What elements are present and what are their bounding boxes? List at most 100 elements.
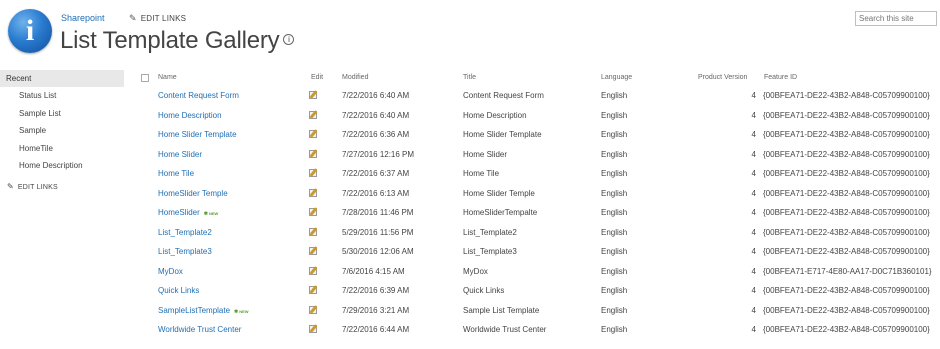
edit-icon[interactable] (309, 324, 319, 333)
language-cell: English (601, 305, 628, 315)
feature-id-cell: {00BFEA71-DE22-43B2-A848-C05709900100} (763, 91, 930, 100)
title-cell: Home Slider Temple (463, 188, 535, 198)
feature-id-cell: {00BFEA71-DE22-43B2-A848-C05709900100} (763, 286, 930, 295)
title-cell: Home Tile (463, 169, 500, 178)
table-row[interactable]: HomeSlider Temple 7/22/2016 6:13 AM Home S… (138, 184, 938, 204)
item-name-link[interactable]: Worldwide Trust Center (158, 325, 241, 334)
title-cell: MyDox (463, 266, 488, 276)
modified-cell: 7/22/2016 6:44 AM (342, 325, 410, 334)
col-name[interactable]: Name (158, 74, 177, 81)
table-row[interactable]: HomeSlider NEW 7/28/2016 11:46 PM HomeSlide… (138, 203, 938, 223)
pencil-icon: ✎ (7, 181, 14, 191)
modified-cell: 5/30/2016 12:06 AM (342, 247, 414, 256)
version-cell: 4 (751, 247, 756, 256)
title-cell: HomeSliderTempalte (463, 208, 538, 217)
item-name-link[interactable]: HomeSlider Temple (158, 189, 228, 198)
nav-item-sample-list[interactable]: Sample List (0, 105, 124, 123)
item-name-link[interactable]: Quick Links (158, 286, 199, 295)
version-cell: 4 (751, 305, 756, 315)
col-modified[interactable]: Modified (342, 74, 368, 81)
item-name-link[interactable]: Home Slider Template (158, 130, 237, 139)
feature-id-cell: {00BFEA71-DE22-43B2-A848-C05709900100} (763, 325, 930, 334)
feature-id-cell: {00BFEA71-DE22-43B2-A848-C05709900100} (763, 305, 930, 315)
table-row[interactable]: Home Tile 7/22/2016 6:37 AM Home Tile Engli… (138, 164, 938, 184)
language-cell: English (601, 149, 628, 159)
title-cell: List_Template3 (463, 247, 517, 256)
language-cell: English (601, 266, 628, 276)
item-name-link[interactable]: SampleListTemplateNEW (158, 306, 249, 315)
item-name-link[interactable]: Home Description (158, 111, 222, 120)
modified-cell: 7/22/2016 6:39 AM (342, 286, 410, 295)
table-header: Name Edit Modified Title Language Produc… (138, 72, 938, 86)
col-feature-id[interactable]: Feature ID (764, 74, 797, 81)
table-row[interactable]: Home Description 7/22/2016 6:40 AM Home De… (138, 106, 938, 126)
table-row[interactable]: Home Slider Template 7/22/2016 6:36 AM Hom… (138, 125, 938, 145)
table-row[interactable]: Content Request Form 7/22/2016 6:40 AM Con… (138, 86, 938, 106)
edit-icon[interactable] (309, 90, 319, 99)
top-edit-links[interactable]: ✎ EDIT LINKS (129, 13, 186, 24)
feature-id-cell: {00BFEA71-DE22-43B2-A848-C05709900100} (763, 169, 930, 178)
nav-item-home-description[interactable]: Home Description (0, 157, 124, 175)
table-row[interactable]: Worldwide Trust Center 7/22/2016 6:44 AM W… (138, 320, 938, 340)
new-badge: NEW (204, 211, 218, 217)
modified-cell: 7/22/2016 6:40 AM (342, 91, 410, 100)
edit-icon[interactable] (309, 304, 319, 314)
title-cell: Content Request Form (463, 91, 544, 100)
item-name-text: SampleListTemplate (158, 305, 231, 315)
modified-cell: 7/28/2016 11:46 PM (342, 208, 414, 217)
version-cell: 4 (751, 266, 756, 276)
item-name-link[interactable]: Content Request Form (158, 91, 239, 100)
site-logo[interactable]: i (8, 9, 52, 53)
edit-icon[interactable] (309, 129, 319, 138)
table-row[interactable]: SampleListTemplateNEW 7/29/2016 3:21 AM Sa… (138, 301, 938, 321)
version-cell: 4 (751, 169, 756, 178)
select-all-checkbox[interactable] (141, 74, 149, 82)
pencil-icon: ✎ (129, 13, 137, 23)
feature-id-cell: {00BFEA71-DE22-43B2-A848-C05709900100} (763, 247, 930, 256)
info-icon[interactable]: i (283, 34, 295, 46)
item-name-link[interactable]: Home Tile (158, 169, 194, 178)
table-row[interactable]: Home Slider 7/27/2016 12:16 PM Home Slider… (138, 145, 938, 165)
col-language[interactable]: Language (601, 74, 632, 81)
version-cell: 4 (751, 188, 756, 198)
feature-id-cell: {00BFEA71-DE22-43B2-A848-C05709900100} (763, 110, 930, 120)
nav-item-sample[interactable]: Sample (0, 122, 124, 140)
page-title: List Template Gallery i (60, 27, 295, 55)
item-name-link[interactable]: MyDox (158, 267, 183, 276)
title-cell: Home Slider Template (463, 130, 542, 139)
item-name-link[interactable]: HomeSlider NEW (158, 208, 218, 217)
nav-item-hometile[interactable]: HomeTile (0, 140, 124, 158)
item-name-text: Home Slider Template (158, 130, 237, 139)
col-title[interactable]: Title (463, 74, 476, 81)
item-name-text: Home Slider (158, 149, 203, 159)
nav-recent-heading[interactable]: Recent (0, 70, 124, 87)
nav-item-status-list[interactable]: Status List (0, 87, 124, 105)
search-input[interactable] (855, 11, 937, 26)
item-name-link[interactable]: Home Slider (158, 150, 202, 159)
site-link[interactable]: Sharepoint (61, 13, 105, 23)
col-product-version[interactable]: Product Version (698, 74, 747, 81)
item-name-text: HomeSlider (158, 208, 200, 217)
item-name-text: List_Template3 (158, 247, 212, 256)
item-name-link[interactable]: List_Template2 (158, 228, 212, 237)
nav-edit-links[interactable]: ✎ EDIT LINKS (0, 182, 124, 191)
edit-icon[interactable] (309, 285, 319, 294)
edit-icon[interactable] (309, 207, 319, 216)
col-edit[interactable]: Edit (311, 74, 323, 81)
edit-icon[interactable] (309, 226, 319, 236)
edit-icon[interactable] (309, 109, 319, 119)
table-row[interactable]: List_Template3 5/30/2016 12:06 AM List_Tem… (138, 242, 938, 262)
item-name-link[interactable]: List_Template3 (158, 247, 212, 256)
modified-cell: 7/6/2016 4:15 AM (342, 266, 405, 276)
item-name-text: MyDox (158, 266, 183, 276)
edit-icon[interactable] (309, 168, 319, 177)
edit-icon[interactable] (309, 187, 319, 197)
table-row[interactable]: Quick Links 7/22/2016 6:39 AM Quick Links E… (138, 281, 938, 301)
item-name-text: Worldwide Trust Center (158, 325, 242, 334)
edit-icon[interactable] (309, 148, 319, 158)
edit-icon[interactable] (309, 246, 319, 255)
table-row[interactable]: List_Template2 5/29/2016 11:56 PM List_Tem… (138, 223, 938, 243)
version-cell: 4 (751, 130, 756, 139)
edit-icon[interactable] (309, 265, 319, 275)
table-row[interactable]: MyDox 7/6/2016 4:15 AM MyDox English 4 {00BFE… (138, 262, 938, 282)
